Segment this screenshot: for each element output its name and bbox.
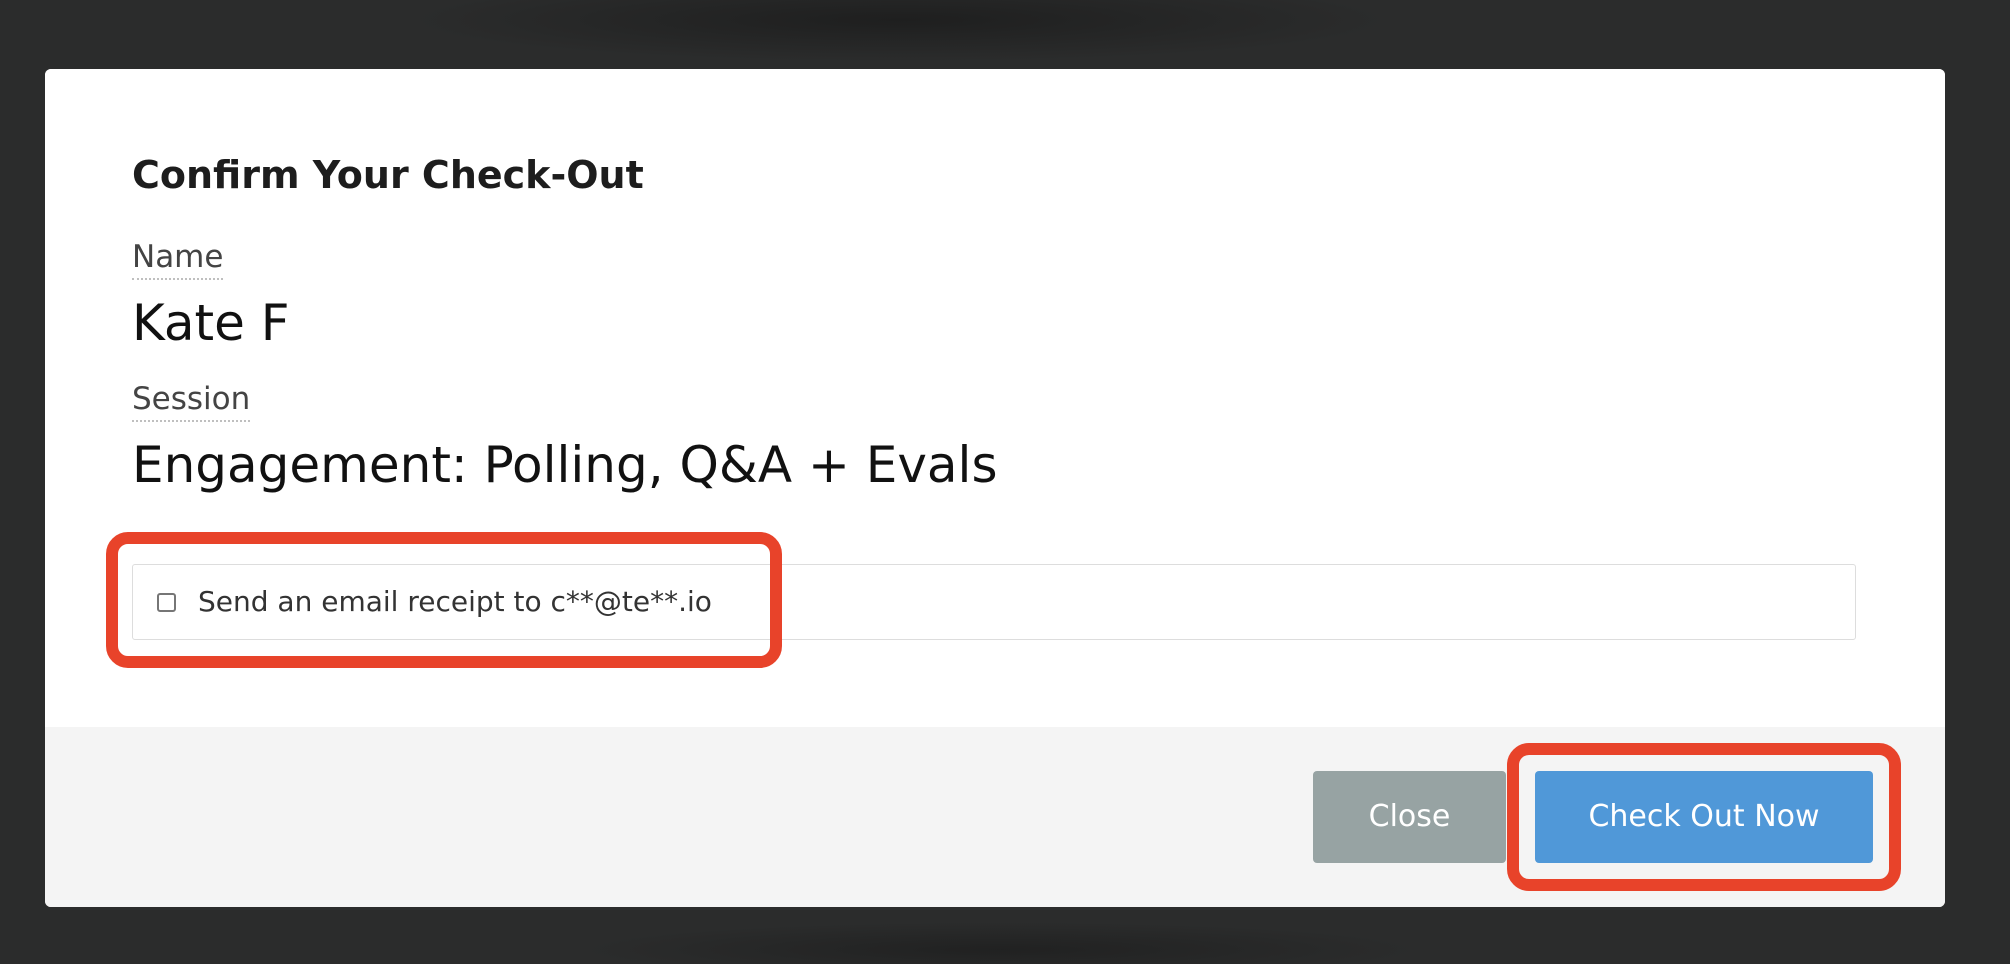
modal-body: Confirm Your Check-Out Name Kate F Sessi… [45, 69, 1945, 727]
modal-title: Confirm Your Check-Out [132, 153, 644, 197]
email-receipt-checkbox[interactable] [157, 593, 176, 612]
session-value: Engagement: Polling, Q&A + Evals [132, 436, 998, 494]
checkout-confirm-modal: Confirm Your Check-Out Name Kate F Sessi… [45, 69, 1945, 907]
email-receipt-label[interactable]: Send an email receipt to c**@te**.io [198, 585, 712, 618]
name-label: Name [132, 237, 224, 280]
name-value: Kate F [132, 294, 290, 352]
check-out-now-button[interactable]: Check Out Now [1535, 771, 1873, 863]
close-button[interactable]: Close [1313, 771, 1506, 863]
email-receipt-option[interactable]: Send an email receipt to c**@te**.io [132, 564, 1856, 640]
session-label: Session [132, 379, 251, 422]
